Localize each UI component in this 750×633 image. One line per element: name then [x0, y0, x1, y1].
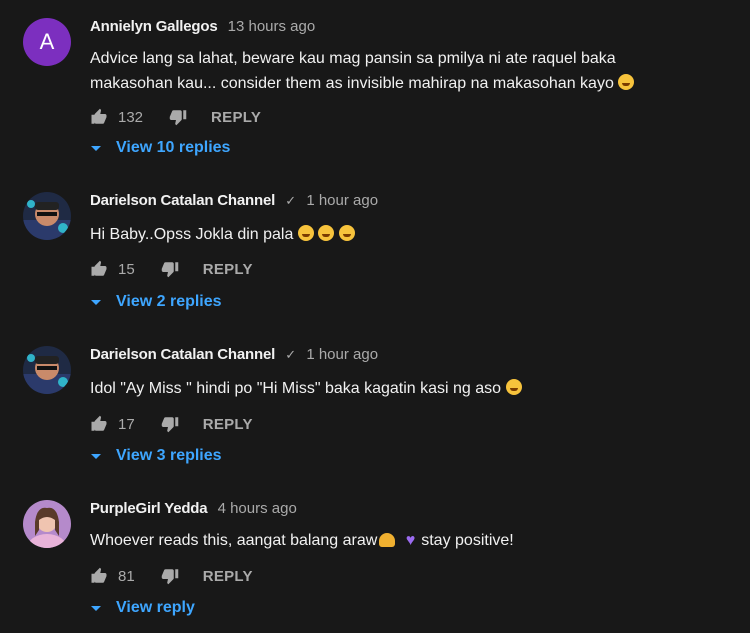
author-name[interactable]: Darielson Catalan Channel — [90, 346, 275, 363]
comment-header: PurpleGirl Yedda 4 hours ago — [90, 500, 297, 517]
thumb-up-icon — [91, 108, 107, 124]
view-replies-label: View 2 replies — [116, 293, 222, 310]
laughing-emoji-icon — [618, 74, 635, 90]
author-name[interactable]: PurpleGirl Yedda — [90, 500, 208, 517]
view-replies-label: View 3 replies — [116, 447, 222, 464]
laughing-emoji-icon — [338, 225, 355, 241]
reply-button[interactable]: REPLY — [203, 416, 253, 433]
view-replies-label: View 10 replies — [116, 139, 231, 156]
comment-text: Hi Baby..Opss Jokla din pala — [90, 222, 690, 247]
like-count: 15 — [118, 260, 135, 278]
comment-text: Idol "Ay Miss " hindi po "Hi Miss" baka … — [90, 376, 690, 401]
view-replies-button[interactable]: View 2 replies — [90, 293, 222, 311]
comment-actions: 132 REPLY — [90, 105, 261, 129]
caret-down-icon — [91, 606, 101, 611]
thumb-down-icon — [161, 417, 178, 433]
comment-text-part-b: stay positive! — [421, 532, 514, 549]
dislike-button[interactable] — [169, 108, 187, 126]
like-count: 17 — [118, 415, 135, 433]
comment-actions: 81 REPLY — [90, 564, 253, 588]
dislike-button[interactable] — [161, 415, 179, 433]
view-replies-button[interactable]: View reply — [90, 599, 195, 617]
comment-text-content: Idol "Ay Miss " hindi po "Hi Miss" baka … — [90, 380, 502, 397]
avatar[interactable]: A — [23, 18, 71, 66]
reply-button[interactable]: REPLY — [203, 568, 253, 585]
laughing-emoji-icon — [297, 225, 314, 241]
caret-down-icon — [91, 454, 101, 459]
comment-text: Whoever reads this, aangat balang araw ♥… — [90, 528, 690, 553]
view-replies-button[interactable]: View 3 replies — [90, 447, 222, 465]
avatar-image — [23, 346, 71, 394]
comment-header: Darielson Catalan Channel ✓ 1 hour ago — [90, 192, 378, 209]
thumb-up-icon — [91, 567, 107, 583]
comment-text-line: Advice lang sa lahat, beware kau mag pan… — [90, 50, 616, 67]
dislike-button[interactable] — [161, 260, 179, 278]
reply-button[interactable]: REPLY — [203, 261, 253, 278]
like-button[interactable]: 17 — [90, 415, 135, 433]
view-replies-button[interactable]: View 10 replies — [90, 139, 230, 157]
verified-check-icon: ✓ — [285, 347, 297, 362]
comment-header: Annielyn Gallegos 13 hours ago — [90, 18, 315, 35]
caret-down-icon — [91, 300, 101, 305]
like-button[interactable]: 15 — [90, 260, 135, 278]
comment-text-line-2: makasohan kau... consider them as invisi… — [90, 71, 690, 96]
comment-actions: 15 REPLY — [90, 257, 253, 281]
comment-header: Darielson Catalan Channel ✓ 1 hour ago — [90, 346, 378, 363]
avatar[interactable] — [23, 192, 71, 240]
comment-text-content: Hi Baby..Opss Jokla din pala — [90, 226, 294, 243]
laughing-emoji-icon — [505, 379, 522, 395]
avatar[interactable] — [23, 346, 71, 394]
like-count: 81 — [118, 567, 135, 585]
like-button[interactable]: 132 — [90, 108, 143, 126]
comment-text-line-part: makasohan kau... consider them as invisi… — [90, 75, 614, 92]
avatar-image — [23, 192, 71, 240]
verified-check-icon: ✓ — [285, 193, 297, 208]
comment-actions: 17 REPLY — [90, 412, 253, 436]
reply-button[interactable]: REPLY — [211, 109, 261, 126]
dislike-button[interactable] — [161, 567, 179, 585]
thumb-down-icon — [169, 110, 187, 126]
thumb-down-icon — [161, 569, 178, 585]
author-name[interactable]: Annielyn Gallegos — [90, 18, 218, 35]
caret-down-icon — [91, 146, 101, 151]
timestamp[interactable]: 1 hour ago — [306, 192, 378, 209]
avatar[interactable] — [23, 500, 71, 548]
thumb-up-icon — [91, 415, 107, 431]
view-replies-label: View reply — [116, 599, 195, 616]
timestamp[interactable]: 13 hours ago — [228, 18, 316, 35]
comment-text-part-a: Whoever reads this, aangat balang araw — [90, 532, 378, 549]
avatar-image — [23, 500, 71, 548]
like-count: 132 — [118, 108, 144, 126]
timestamp[interactable]: 4 hours ago — [218, 500, 297, 517]
thumb-down-icon — [161, 262, 178, 278]
timestamp[interactable]: 1 hour ago — [306, 346, 378, 363]
thumb-up-icon — [91, 260, 107, 276]
purple-heart-emoji-icon: ♥ — [405, 532, 416, 549]
laughing-emoji-icon — [318, 225, 335, 241]
comment-text: Advice lang sa lahat, beware kau mag pan… — [90, 46, 690, 96]
like-button[interactable]: 81 — [90, 567, 135, 585]
pray-emoji-icon — [379, 533, 396, 547]
author-name[interactable]: Darielson Catalan Channel — [90, 192, 275, 209]
